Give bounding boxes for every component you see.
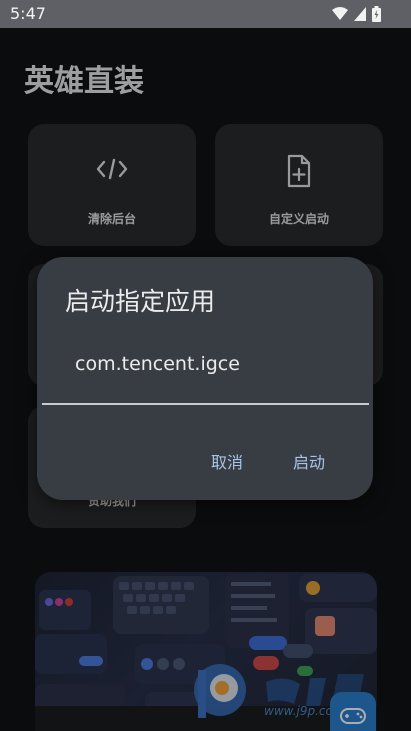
launch-app-dialog: 启动指定应用 com.tencent.igce 取消 启动 [37, 257, 373, 500]
status-time: 5:47 [10, 4, 46, 23]
status-icons [332, 6, 381, 22]
input-underline [42, 403, 369, 405]
status-bar: 5:47 [0, 0, 411, 28]
wifi-icon [332, 7, 348, 20]
package-name-input[interactable]: com.tencent.igce [42, 335, 369, 405]
package-name-input-value[interactable]: com.tencent.igce [75, 353, 240, 375]
signal-icon [354, 7, 366, 21]
cancel-button[interactable]: 取消 [205, 445, 249, 477]
battery-icon [372, 6, 381, 22]
dialog-title: 启动指定应用 [65, 287, 216, 316]
launch-button[interactable]: 启动 [287, 445, 331, 477]
